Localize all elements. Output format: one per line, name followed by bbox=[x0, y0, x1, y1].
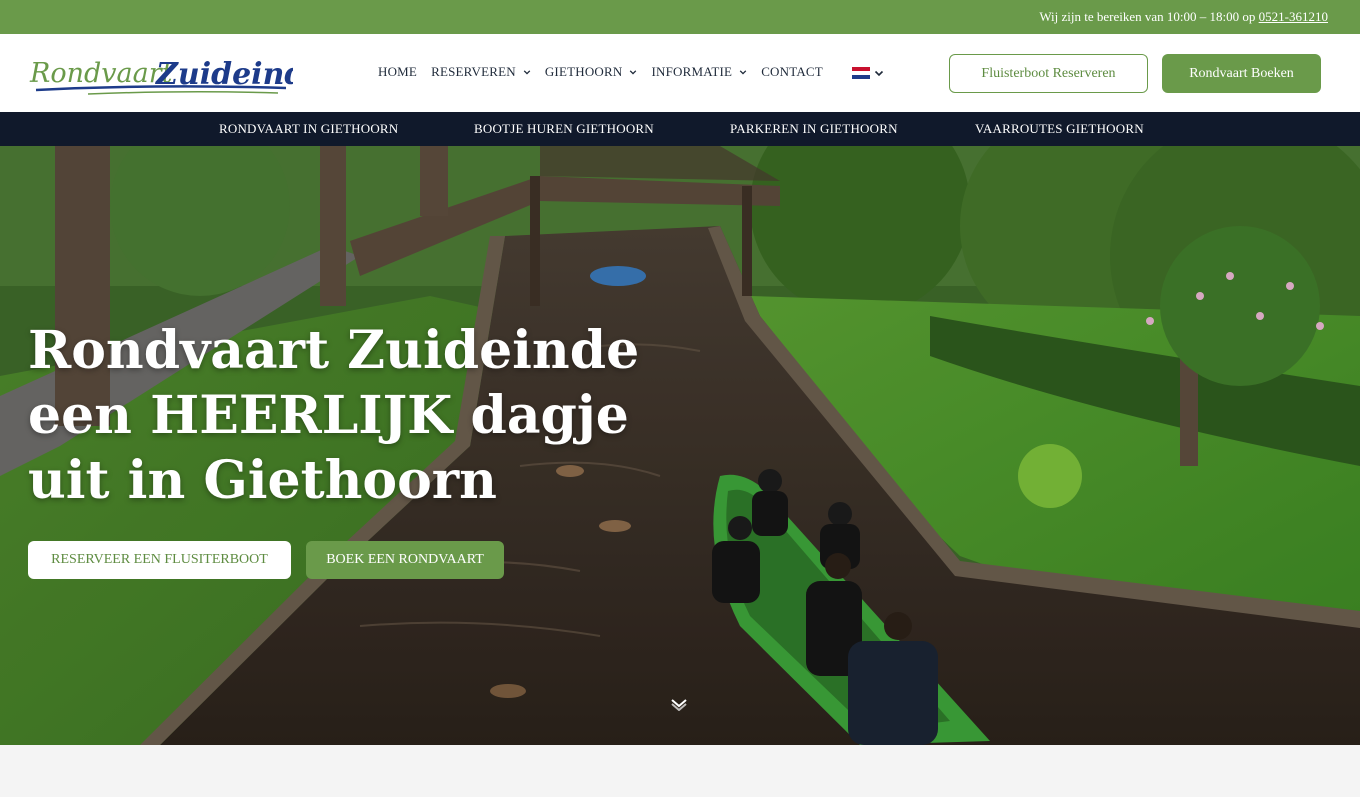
subnav-parkeren[interactable]: PARKEREN IN GIETHOORN bbox=[730, 121, 898, 137]
subnav-bootje-huren[interactable]: BOOTJE HUREN GIETHOORN bbox=[474, 121, 654, 137]
phone-link[interactable]: 0521-361210 bbox=[1259, 9, 1328, 24]
nav-contact-label: CONTACT bbox=[761, 64, 823, 79]
nav-informatie[interactable]: INFORMATIE bbox=[651, 64, 747, 80]
top-contact-bar: Wij zijn te bereiken van 10:00 – 18:00 o… bbox=[0, 0, 1360, 34]
main-nav: HOME RESERVEREN GIETHOORN INFORMATIE CON… bbox=[378, 64, 837, 80]
secondary-nav: RONDVAART IN GIETHOORN BOOTJE HUREN GIET… bbox=[0, 112, 1360, 146]
subnav-rondvaart-giethoorn[interactable]: RONDVAART IN GIETHOORN bbox=[219, 121, 398, 137]
chevron-down-icon bbox=[630, 70, 637, 75]
contact-hours-text: Wij zijn te bereiken van 10:00 – 18:00 o… bbox=[1039, 9, 1259, 24]
flag-nl-icon bbox=[852, 67, 870, 79]
subnav-vaarroutes[interactable]: VAARROUTES GIETHOORN bbox=[975, 121, 1144, 137]
contact-info: Wij zijn te bereiken van 10:00 – 18:00 o… bbox=[1039, 9, 1328, 25]
language-switcher[interactable] bbox=[852, 67, 884, 79]
nav-home[interactable]: HOME bbox=[378, 64, 417, 80]
hero-section: Rondvaart Zuideinde een HEERLIJK dagje u… bbox=[0, 146, 1360, 745]
rondvaart-boeken-button[interactable]: Rondvaart Boeken bbox=[1162, 54, 1321, 93]
chevron-down-icon bbox=[739, 70, 747, 75]
nav-home-label: HOME bbox=[378, 64, 418, 79]
site-header: Rondvaart Zuideinde HOME RESERVEREN GIET… bbox=[0, 34, 1360, 112]
fluisterboot-reserveren-button[interactable]: Fluisterboot Reserveren bbox=[949, 54, 1148, 93]
logo-text-rondvaart: Rondvaart bbox=[29, 58, 173, 89]
nav-informatie-label: INFORMATIE bbox=[651, 64, 733, 79]
chevron-down-icon bbox=[523, 70, 531, 75]
nav-giethoorn-label: GIETHOORN bbox=[544, 64, 623, 79]
nav-reserveren[interactable]: RESERVEREN bbox=[431, 64, 531, 80]
next-section bbox=[0, 745, 1360, 797]
nav-contact[interactable]: CONTACT bbox=[761, 64, 823, 80]
site-logo[interactable]: Rondvaart Zuideinde bbox=[28, 44, 293, 102]
reserveer-fluisterboot-button[interactable]: RESERVEER EEN FLUSITERBOOT bbox=[28, 541, 291, 579]
nav-reserveren-label: RESERVEREN bbox=[431, 64, 516, 79]
boek-rondvaart-button[interactable]: BOEK EEN RONDVAART bbox=[306, 541, 504, 579]
chevron-down-icon[interactable] bbox=[670, 697, 688, 711]
hero-title: Rondvaart Zuideinde een HEERLIJK dagje u… bbox=[28, 320, 640, 511]
nav-giethoorn[interactable]: GIETHOORN bbox=[545, 64, 638, 80]
chevron-down-icon bbox=[874, 70, 884, 77]
